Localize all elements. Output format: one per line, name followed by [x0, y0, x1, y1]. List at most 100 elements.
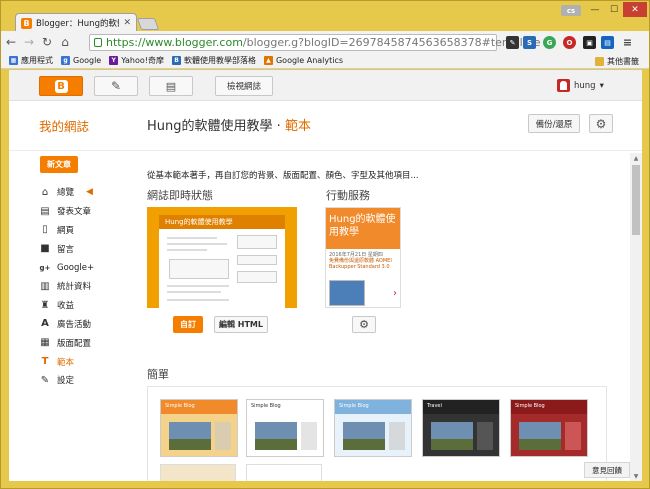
template-thumbnail[interactable]: Simple Blog	[510, 399, 588, 457]
live-section-heading: 網誌即時狀態	[147, 189, 213, 202]
reload-icon[interactable]: ↻	[39, 35, 55, 49]
thumbnail-title: Simple Blog	[247, 400, 323, 414]
home-icon[interactable]: ⌂	[57, 35, 73, 49]
browser-window: B Blogger：Hung的軟體使 ✕ cs — ☐ ✕ ← → ↻ ⌂ ht…	[0, 0, 650, 489]
template-thumbnail[interactable]	[246, 464, 322, 481]
my-blogs-link[interactable]: 我的網誌	[39, 116, 89, 135]
extension-icon[interactable]: ▣	[583, 36, 596, 49]
analytics-icon: ▲	[263, 56, 273, 65]
mobile-template-preview[interactable]: Hung的軟體使用教學 2016年7月21日 星期四 免費備份與還原軟體 AOM…	[325, 207, 401, 308]
title-bar: B Blogger：Hung的軟體使 ✕ cs — ☐ ✕	[1, 1, 649, 32]
template-thumbnail[interactable]: Simple Blog	[246, 399, 324, 457]
other-bookmarks[interactable]: 其他書籤	[595, 56, 639, 67]
bookmark-item[interactable]: B 軟體使用教學部落格	[171, 55, 256, 66]
backup-restore-button[interactable]: 備份/還原	[528, 114, 580, 133]
avatar	[557, 79, 570, 92]
sidebar-item-template[interactable]: T 範本	[39, 352, 139, 371]
intro-text: 從基本範本著手，再自訂您的背景、版面配置、顏色、字型及其他項目...	[147, 171, 419, 181]
blogger-topbar: B ✎ ▤ 檢視網誌 hung ▾	[9, 70, 642, 101]
bookmark-item[interactable]: ▲ Google Analytics	[263, 56, 343, 65]
menu-icon[interactable]: ≡	[621, 36, 634, 49]
live-template-preview[interactable]: Hung的軟體使用教學	[147, 207, 297, 308]
template-thumbnail[interactable]: Travel	[422, 399, 500, 457]
apps-icon: ▦	[9, 56, 18, 65]
sidebar-item-settings[interactable]: ✎ 設定	[39, 371, 139, 390]
minimize-button[interactable]: —	[585, 2, 605, 17]
simple-section-heading: 簡單	[147, 368, 169, 381]
bookmark-item[interactable]: ▦ 應用程式	[9, 55, 53, 66]
feedback-button[interactable]: 意見回饋	[584, 462, 630, 478]
page-title: Hung的軟體使用教學 · 範本	[147, 119, 311, 134]
sidebar-item-posts[interactable]: ▤ 發表文章	[39, 202, 139, 221]
new-tab-button[interactable]	[136, 18, 160, 30]
extension-icon[interactable]: S	[523, 36, 536, 49]
maximize-button[interactable]: ☐	[605, 2, 623, 17]
back-arrow-icon[interactable]: ←	[3, 35, 19, 49]
browser-tab[interactable]: B Blogger：Hung的軟體使 ✕	[15, 13, 137, 32]
live-preview-title: Hung的軟體使用教學	[165, 218, 233, 226]
scroll-down-icon[interactable]: ▼	[630, 471, 642, 481]
sidebar-item-stats[interactable]: ▥ 統計資料	[39, 277, 139, 296]
url-text: https://www.blogger.com/blogger.g?blogID…	[106, 36, 541, 49]
template-thumbnail[interactable]	[160, 464, 236, 481]
comments-icon: ■	[40, 243, 50, 255]
address-bar[interactable]: https://www.blogger.com/blogger.g?blogID…	[89, 34, 554, 51]
extension-icon[interactable]: ▤	[601, 36, 614, 49]
template-icon: T	[41, 356, 49, 368]
mobile-gear-icon[interactable]: ⚙	[352, 316, 376, 333]
sidebar-item-campaigns[interactable]: A 廣告活動	[39, 315, 139, 334]
bookmarks-bar: ▦ 應用程式 g Google Y Yahoo!奇摩 B 軟體使用教學部落格 ▲ Goog…	[1, 53, 649, 69]
bookmark-item[interactable]: Y Yahoo!奇摩	[109, 55, 164, 66]
extension-icon[interactable]: G	[543, 36, 556, 49]
extension-icon[interactable]: ✎	[506, 36, 519, 49]
posts-list-button[interactable]: ▤	[149, 76, 193, 96]
sidebar-item-pages[interactable]: ▯ 網頁	[39, 221, 139, 240]
scrollbar-thumb[interactable]	[632, 165, 640, 235]
mobile-preview-body: 2016年7月21日 星期四 免費備份與還原軟體 AOMEI Backupper…	[326, 249, 400, 273]
user-menu[interactable]: hung ▾	[557, 79, 604, 92]
username: hung	[574, 80, 596, 91]
yahoo-icon: Y	[109, 56, 119, 65]
edit-html-button[interactable]: 編輯 HTML	[214, 316, 268, 333]
sidebar-item-overview[interactable]: ⌂ 總覽 ◀	[39, 183, 139, 202]
document-icon: ▤	[165, 79, 177, 93]
posts-icon: ▤	[40, 205, 50, 217]
sidebar-item-layout[interactable]: ▦ 版面配置	[39, 333, 139, 352]
blogger-logo-icon: B	[54, 79, 68, 93]
scrollbar[interactable]: ▲ ▼	[630, 153, 642, 481]
earnings-icon: ♜	[40, 299, 50, 311]
sidebar: 新文章 ⌂ 總覽 ◀ ▤ 發表文章 ▯ 網頁 ■ 留言 g+ Google+ ▥ 統計資料 ♜…	[39, 156, 139, 390]
blogger-icon: B	[171, 56, 181, 65]
browser-toolbar: ← → ↻ ⌂ https://www.blogger.com/blogger.…	[1, 31, 649, 53]
blogger-favicon-icon: B	[21, 17, 32, 29]
customize-button[interactable]: 自訂	[173, 316, 203, 333]
thumbnail-title: Simple Blog	[161, 400, 237, 414]
blogger-home-button[interactable]: B	[39, 76, 83, 96]
view-blog-button[interactable]: 檢視網誌	[215, 76, 273, 96]
layout-icon: ▦	[40, 337, 50, 349]
page-header: 我的網誌 Hung的軟體使用教學 · 範本 備份/還原 ⚙	[9, 101, 642, 151]
sidebar-item-earnings[interactable]: ♜ 收益	[39, 296, 139, 315]
gear-icon[interactable]: ⚙	[589, 114, 613, 133]
google-plus-icon: g+	[39, 263, 51, 272]
forward-arrow-icon[interactable]: →	[21, 35, 37, 49]
template-thumbnail[interactable]: Simple Blog	[160, 399, 238, 457]
mobile-preview-post: 免費備份與還原軟體 AOMEI Backupper Standard 3.0	[329, 258, 392, 270]
profile-badge[interactable]: cs	[561, 5, 581, 16]
template-thumbnail[interactable]: Simple Blog	[334, 399, 412, 457]
thumbnail-title: Travel	[423, 400, 499, 414]
folder-icon	[595, 57, 604, 66]
thumbnail-title: Simple Blog	[335, 400, 411, 414]
mobile-section-heading: 行動服務	[326, 189, 370, 202]
sidebar-item-comments[interactable]: ■ 留言	[39, 239, 139, 258]
new-post-pen-button[interactable]: ✎	[94, 76, 138, 96]
bookmark-item[interactable]: g Google	[61, 56, 101, 65]
scroll-up-icon[interactable]: ▲	[630, 153, 642, 163]
live-preview-page: Hung的軟體使用教學	[159, 215, 285, 308]
extension-icon[interactable]: O	[563, 36, 576, 49]
close-window-button[interactable]: ✕	[623, 2, 647, 17]
tab-close-icon[interactable]: ✕	[123, 18, 131, 28]
blogger-page: B ✎ ▤ 檢視網誌 hung ▾ 我的網誌 Hung的軟體使用教學 · 範本 …	[9, 70, 642, 481]
new-post-button[interactable]: 新文章	[40, 156, 78, 173]
sidebar-item-google-plus[interactable]: g+ Google+	[39, 258, 139, 277]
